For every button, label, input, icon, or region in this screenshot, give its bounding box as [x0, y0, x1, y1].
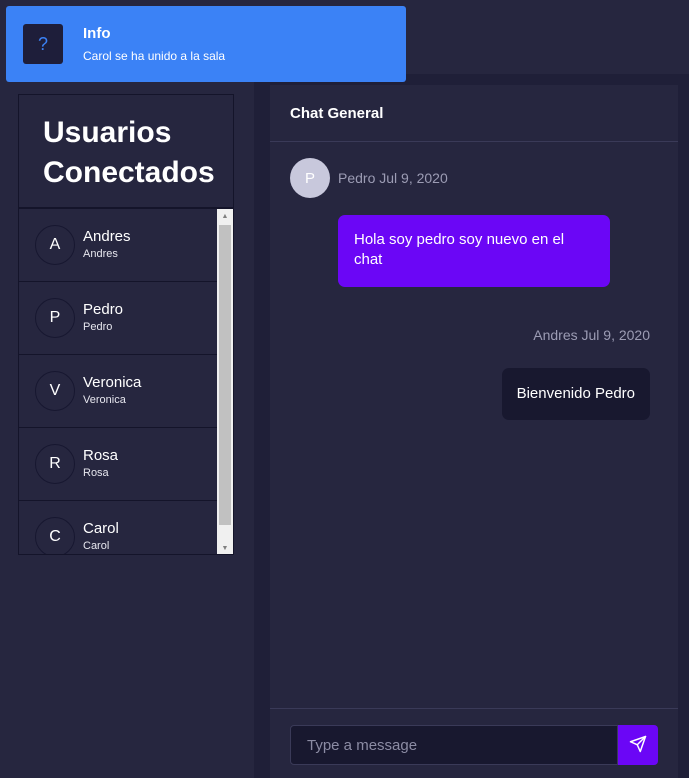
send-button[interactable] — [618, 725, 658, 765]
users-title-line2: Conectados — [43, 156, 215, 189]
avatar: A — [35, 225, 75, 265]
chat-title: Chat General — [270, 85, 678, 142]
message-bubble-outgoing: Bienvenido Pedro — [501, 368, 650, 420]
user-username: Carol — [83, 540, 110, 552]
user-name: Carol — [83, 520, 119, 537]
user-item-andres[interactable]: A Andres Andres — [19, 209, 217, 282]
scroll-down-arrow-icon[interactable]: ▼ — [217, 541, 233, 554]
user-name: Andres — [83, 228, 131, 245]
avatar: P — [290, 158, 330, 198]
toast-message: Carol se ha unido a la sala — [83, 49, 226, 63]
scroll-thumb[interactable] — [219, 225, 231, 525]
user-username: Andres — [83, 248, 118, 260]
user-name: Pedro — [83, 301, 124, 318]
avatar: P — [35, 298, 75, 338]
user-name: Veronica — [83, 374, 142, 391]
message-meta-pedro: P Pedro Jul 9, 2020 — [290, 158, 448, 198]
avatar: V — [35, 371, 75, 411]
info-toast[interactable]: ? Info Carol se ha unido a la sala — [6, 6, 406, 82]
connected-users-panel: Usuarios Conectados A Andres Andres P Pe… — [18, 94, 234, 555]
question-icon: ? — [23, 24, 63, 64]
message-input[interactable] — [290, 725, 618, 765]
user-item-carol[interactable]: C Carol Carol — [19, 501, 217, 554]
avatar: C — [35, 517, 75, 554]
users-title-line1: Usuarios — [43, 116, 172, 149]
user-item-rosa[interactable]: R Rosa Rosa — [19, 428, 217, 501]
user-username: Pedro — [83, 321, 113, 333]
user-username: Veronica — [83, 394, 126, 406]
scroll-up-arrow-icon[interactable]: ▲ — [217, 209, 233, 223]
chat-panel: Chat General P Pedro Jul 9, 2020 Hola so… — [270, 85, 678, 778]
chat-composer — [270, 708, 678, 778]
toast-title: Info — [83, 25, 111, 42]
message-bubble-incoming: Hola soy pedro soy nuevo en el chat — [338, 215, 610, 287]
user-item-pedro[interactable]: P Pedro Pedro — [19, 282, 217, 355]
user-username: Rosa — [83, 467, 109, 479]
message-sender-date: Andres Jul 9, 2020 — [533, 327, 650, 343]
user-item-veronica[interactable]: V Veronica Veronica — [19, 355, 217, 428]
message-sender-date: Pedro Jul 9, 2020 — [338, 170, 448, 186]
users-panel-title: Usuarios Conectados — [19, 95, 233, 209]
avatar: R — [35, 444, 75, 484]
user-name: Rosa — [83, 447, 119, 464]
users-list[interactable]: A Andres Andres P Pedro Pedro V Veronica… — [19, 209, 217, 554]
users-scrollbar[interactable]: ▲ ▼ — [217, 209, 233, 554]
send-icon — [629, 735, 647, 756]
